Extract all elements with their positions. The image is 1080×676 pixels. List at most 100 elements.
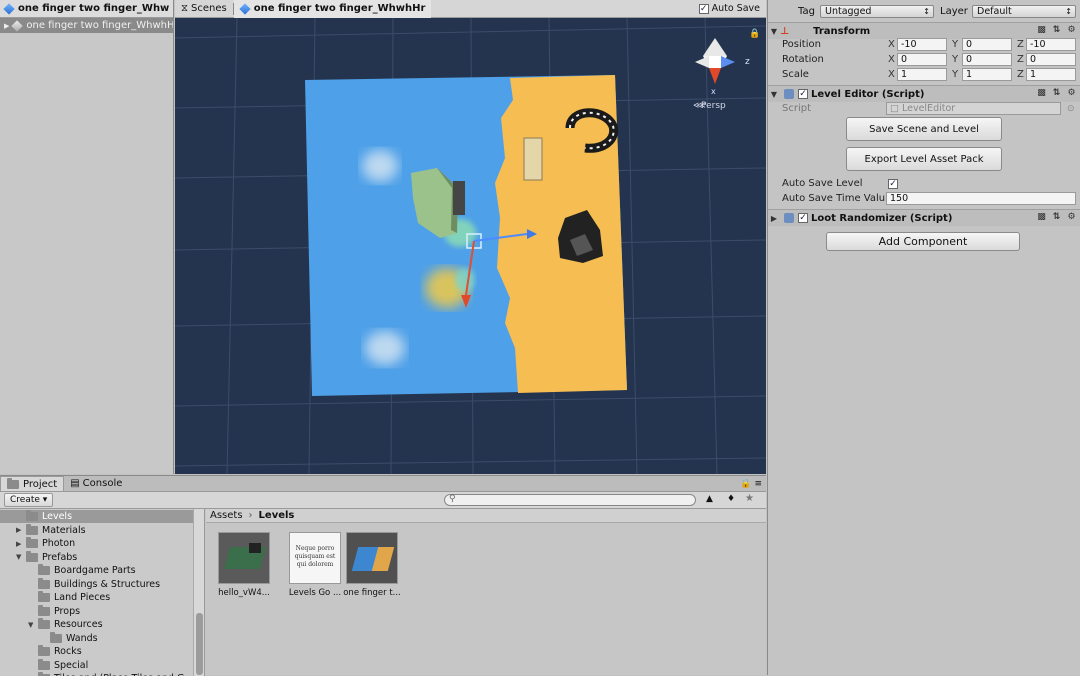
scenes-tab[interactable]: ⧖ Scenes (175, 0, 233, 18)
favorite-star-icon[interactable]: ★ (745, 493, 754, 504)
level-board[interactable] (305, 75, 627, 396)
auto-save-checkbox[interactable]: ✓ (698, 3, 709, 14)
gear-icon[interactable]: ⚙ (1066, 25, 1077, 36)
tree-item[interactable]: Rocks (0, 645, 193, 658)
axis-y-label: Y (952, 39, 959, 50)
rotation-label: Rotation (782, 54, 824, 65)
preset-icon[interactable]: ⇅ (1051, 88, 1062, 99)
level-editor-header[interactable]: ▼ ✓ Level Editor (Script) ▩ ⇅ ⚙ (768, 85, 1080, 102)
foldout-open-icon[interactable]: ▼ (768, 90, 780, 99)
add-component-button[interactable]: Add Component (826, 232, 1020, 251)
foldout-icon[interactable]: ▼ (28, 621, 38, 629)
gear-icon[interactable]: ⚙ (1066, 88, 1077, 99)
tree-item-label: Photon (42, 538, 76, 549)
auto-save-toggle[interactable]: ✓ Auto Save (698, 3, 766, 14)
position-label: Position (782, 39, 821, 50)
foldout-icon[interactable]: ▶ (16, 526, 26, 534)
auto-save-time-row: Auto Save Time Valu 150 (768, 191, 1080, 206)
auto-save-label: Auto Save (711, 3, 760, 14)
tree-item[interactable]: Land Pieces (0, 591, 193, 604)
tab-project[interactable]: Project (0, 476, 65, 491)
level-editor-enabled-checkbox[interactable]: ✓ (798, 89, 808, 99)
position-row: Position X -10 Y 0 Z -10 (768, 37, 1080, 52)
gear-icon[interactable]: ⚙ (1066, 212, 1077, 223)
scale-x-field[interactable]: 1 (897, 68, 947, 81)
scene-breadcrumb-label: one finger two finger_WhwhHr (253, 3, 426, 14)
tree-item[interactable]: Props (0, 604, 193, 618)
rotation-x-field[interactable]: 0 (897, 53, 947, 66)
tree-item[interactable]: ▶ Photon (0, 537, 193, 550)
layer-dropdown[interactable]: Default (972, 5, 1076, 18)
export-level-asset-pack-button[interactable]: Export Level Asset Pack (846, 147, 1002, 171)
lock-icon[interactable]: 🔒 (749, 28, 760, 39)
tree-item[interactable]: ▼ Resources (0, 618, 193, 631)
tag-dropdown[interactable]: Untagged (820, 5, 934, 18)
preset-icon[interactable]: ⇅ (1051, 25, 1062, 36)
text-file-icon: Neque porro quisquam est qui dolorem (289, 532, 341, 584)
folder-icon (38, 577, 50, 589)
asset-item[interactable]: one finger t... (342, 532, 402, 598)
preset-icon[interactable]: ⇅ (1051, 212, 1062, 223)
auto-save-time-field[interactable]: 150 (886, 192, 1076, 205)
rotation-y-field[interactable]: 0 (962, 53, 1012, 66)
scrollbar-thumb[interactable] (196, 613, 203, 675)
position-y-field[interactable]: 0 (962, 38, 1012, 51)
tree-item[interactable]: ▼ Prefabs (0, 550, 193, 564)
help-icon[interactable]: ▩ (1036, 88, 1047, 99)
expand-arrow-icon[interactable]: ▶ (4, 22, 9, 30)
scale-y-field[interactable]: 1 (962, 68, 1012, 81)
filter-type-icon[interactable]: ▲ (706, 494, 713, 504)
folder-icon (26, 510, 38, 521)
gizmo-z-label: z (745, 57, 750, 67)
tree-item[interactable]: Tiles and (Place Tiles and G (0, 672, 193, 676)
tree-item[interactable]: Boardgame Parts (0, 564, 193, 577)
help-icon[interactable]: ▩ (1036, 25, 1047, 36)
foldout-icon[interactable]: ▼ (16, 553, 26, 561)
search-input[interactable]: ⚲ (444, 494, 696, 506)
axis-x-label: X (888, 69, 895, 80)
panel-menu-icon[interactable]: 🔒 ≡ (740, 479, 762, 489)
tree-item-label: Land Pieces (54, 592, 111, 603)
hierarchy-tab[interactable]: one finger two finger_Whw (0, 0, 173, 18)
tree-scrollbar[interactable] (193, 509, 204, 676)
asset-item[interactable]: hello_vW4... (214, 532, 274, 598)
tree-item-label: Resources (54, 619, 103, 630)
position-z-field[interactable]: -10 (1026, 38, 1076, 51)
asset-item[interactable]: Neque porro quisquam est qui dolorem Lev… (285, 532, 345, 598)
hierarchy-tab-title: one finger two finger_Whw (18, 3, 170, 14)
loot-randomizer-enabled-checkbox[interactable]: ✓ (798, 213, 808, 223)
search-icon: ⚲ (449, 494, 456, 504)
breadcrumb-current[interactable]: Levels (259, 510, 295, 521)
tree-item[interactable]: ▶ Materials (0, 523, 193, 537)
tree-item[interactable]: Wands (0, 631, 193, 645)
script-icon (784, 213, 794, 223)
tab-console[interactable]: ▤ Console (64, 476, 128, 491)
breadcrumb-root[interactable]: Assets (210, 510, 243, 521)
project-folder-tree: Levels ▶ Materials ▶ Photon ▼ Prefabs Boardgame… (0, 509, 205, 676)
create-button[interactable]: Create ▾ (4, 493, 54, 507)
save-scene-and-level-button[interactable]: Save Scene and Level (846, 117, 1002, 141)
foldout-icon[interactable]: ▶ (16, 540, 26, 548)
tree-item[interactable]: Levels (0, 510, 193, 523)
scene-breadcrumb[interactable]: one finger two finger_WhwhHr (233, 0, 432, 18)
tree-item[interactable]: Special (0, 658, 193, 672)
rotation-z-field[interactable]: 0 (1026, 53, 1076, 66)
filter-label-icon[interactable]: ♦ (727, 494, 735, 504)
position-x-field[interactable]: -10 (897, 38, 947, 51)
help-icon[interactable]: ▩ (1036, 212, 1047, 223)
script-value: LevelEditor (901, 103, 956, 114)
scene-thumbnail-icon (218, 532, 270, 584)
scale-z-field[interactable]: 1 (1026, 68, 1076, 81)
scene-viewport[interactable]: z x Persp ⋘ 🔒 (175, 18, 766, 474)
scene-thumbnail-icon (346, 532, 398, 584)
foldout-open-icon[interactable]: ▼ (768, 27, 780, 36)
foldout-closed-icon[interactable]: ▶ (768, 214, 780, 223)
tree-item-label: Props (54, 605, 81, 617)
loot-randomizer-header[interactable]: ▶ ✓ Loot Randomizer (Script) ▩ ⇅ ⚙ (768, 209, 1080, 226)
asset-browser: Assets › Levels hello_vW4... Neque porro… (206, 509, 766, 676)
scene-render[interactable]: z x Persp ⋘ 🔒 (175, 18, 766, 474)
tree-item[interactable]: Buildings & Structures (0, 577, 193, 591)
hierarchy-scene-row[interactable]: ▶ one finger two finger_WhwhHr (0, 18, 173, 33)
auto-save-level-checkbox[interactable]: ✓ (888, 178, 898, 189)
auto-save-level-row: Auto Save Level ✓ (768, 176, 1080, 191)
